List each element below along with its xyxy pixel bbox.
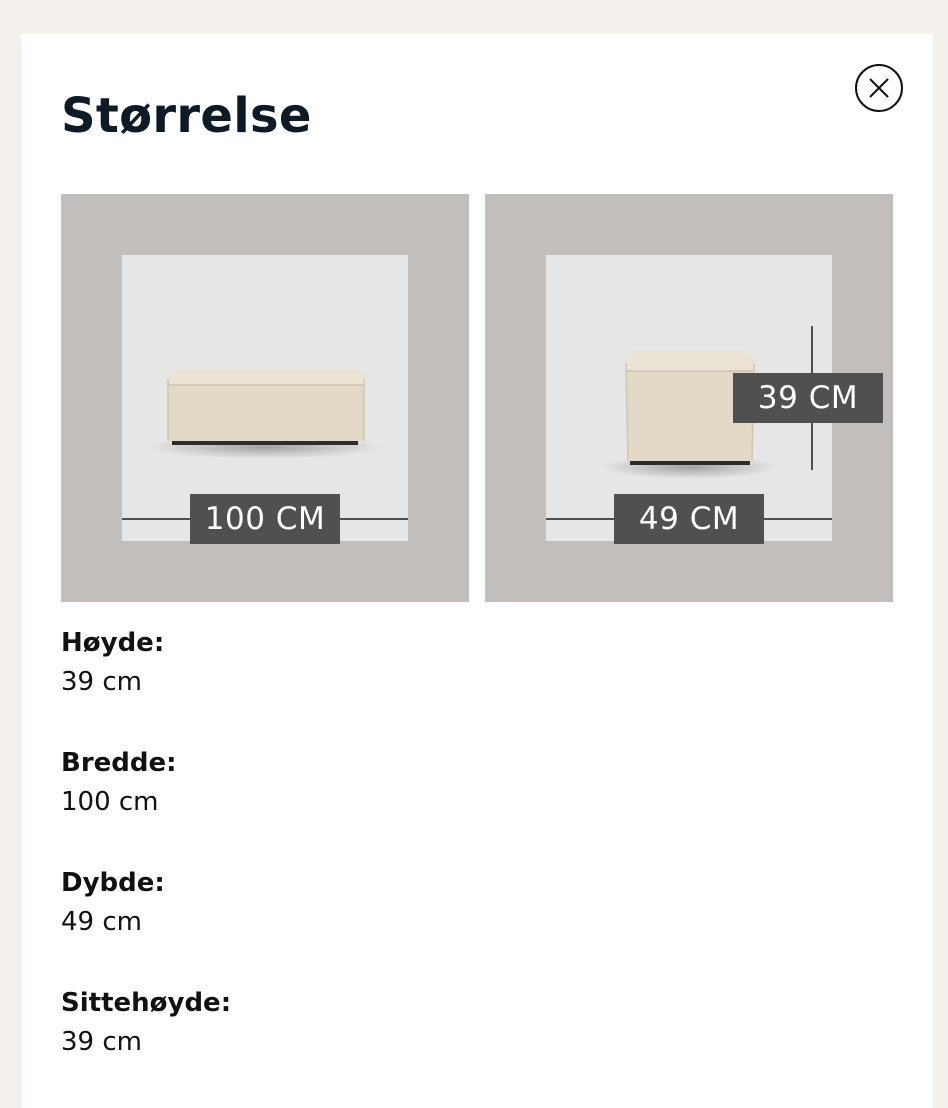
size-specs-list: Høyde: 39 cm Bredde: 100 cm Dybde: 49 cm… <box>61 626 231 1106</box>
spec-label: Sittehøyde: <box>61 988 232 1018</box>
spec-label: Høyde: <box>61 628 165 658</box>
spec-value: 100 cm <box>61 787 159 817</box>
spec-seat-height: Sittehøyde: 39 cm <box>61 986 231 1106</box>
spec-label: Dybde: <box>61 868 165 898</box>
spec-width: Bredde: 100 cm <box>61 746 231 866</box>
close-icon <box>869 78 889 98</box>
front-view-panel: 100 CM <box>61 194 469 602</box>
spec-value: 39 cm <box>61 1027 142 1057</box>
height-dimension-label: 39 CM <box>733 373 883 423</box>
width-dimension-label: 100 CM <box>190 494 340 544</box>
close-button[interactable] <box>855 64 903 112</box>
side-view-panel: 39 CM 49 CM <box>485 194 893 602</box>
spec-value: 49 cm <box>61 907 142 937</box>
spec-label: Bredde: <box>61 748 177 778</box>
spec-depth: Dybde: 49 cm <box>61 866 231 986</box>
size-modal: Størrelse 100 CM 39 CM 49 CM Høyde: 39 c… <box>21 34 933 1108</box>
modal-title: Størrelse <box>61 88 312 144</box>
spec-height: Høyde: 39 cm <box>61 626 231 746</box>
spec-value: 39 cm <box>61 667 142 697</box>
depth-dimension-label: 49 CM <box>614 494 764 544</box>
